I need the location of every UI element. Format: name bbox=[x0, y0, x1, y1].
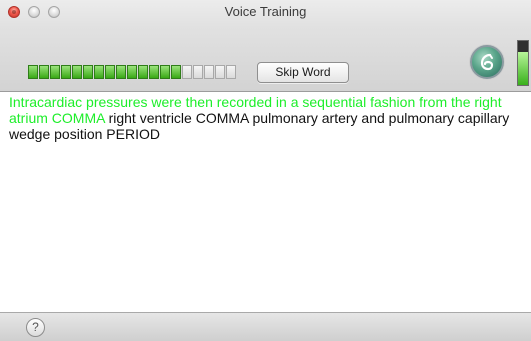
training-passage: Intracardiac pressures were then recorde… bbox=[9, 94, 529, 142]
meter-segment bbox=[204, 65, 214, 79]
meter-segment bbox=[160, 65, 170, 79]
skip-word-button[interactable]: Skip Word bbox=[257, 62, 349, 83]
meter-segment bbox=[171, 65, 181, 79]
dragon-icon[interactable] bbox=[470, 45, 504, 79]
training-text-area: Intracardiac pressures were then recorde… bbox=[0, 92, 531, 312]
meter-segment bbox=[39, 65, 49, 79]
meter-segment bbox=[28, 65, 38, 79]
title-bar: Voice Training Skip Word bbox=[0, 0, 531, 92]
help-button[interactable]: ? bbox=[26, 318, 45, 337]
meter-segment bbox=[149, 65, 159, 79]
meter-segment bbox=[138, 65, 148, 79]
meter-segment bbox=[72, 65, 82, 79]
meter-segment bbox=[127, 65, 137, 79]
meter-segment bbox=[193, 65, 203, 79]
meter-segment bbox=[226, 65, 236, 79]
bottom-bar: ? bbox=[0, 312, 531, 341]
meter-segment bbox=[50, 65, 60, 79]
dragon-glyph-icon bbox=[480, 53, 494, 71]
audio-level-meter bbox=[28, 65, 236, 79]
meter-segment bbox=[215, 65, 225, 79]
volume-meter-fill bbox=[518, 52, 528, 85]
meter-segment bbox=[83, 65, 93, 79]
meter-segment bbox=[94, 65, 104, 79]
window-title: Voice Training bbox=[224, 4, 307, 19]
volume-meter bbox=[517, 40, 529, 86]
meter-segment bbox=[105, 65, 115, 79]
meter-segment bbox=[116, 65, 126, 79]
meter-segment bbox=[182, 65, 192, 79]
voice-training-window: Voice Training Skip Word Intracardiac pr… bbox=[0, 0, 531, 341]
meter-segment bbox=[61, 65, 71, 79]
